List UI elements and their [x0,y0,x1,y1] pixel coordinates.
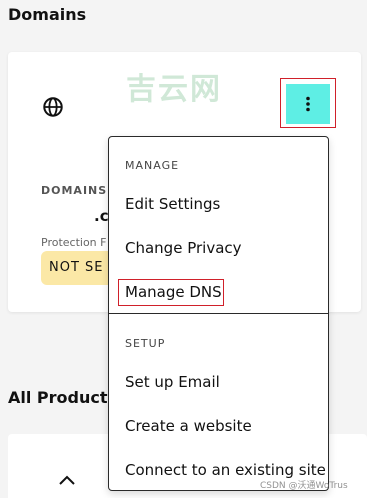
page: Domains 吉云网 DOMAINS .c Protection F NOT … [0,0,367,498]
menu-heading-manage: MANAGE [125,159,180,172]
chevron-up-icon[interactable] [58,474,76,486]
watermark: 吉云网 [126,72,222,107]
more-options-button[interactable] [286,84,330,124]
image-credit: CSDN @沃通WoTrus [260,481,348,491]
menu-item-manage-dns[interactable]: Manage DNS [125,283,222,301]
domain-name: .c [94,207,109,225]
domains-title: Domains [8,5,87,24]
kebab-menu-icon [306,96,310,112]
menu-item-set-up-email[interactable]: Set up Email [125,373,220,391]
domains-label: DOMAINS [41,184,108,197]
menu-item-create-website[interactable]: Create a website [125,417,252,435]
menu-item-change-privacy[interactable]: Change Privacy [125,239,242,257]
all-products-title: All Products [8,388,118,407]
globe-icon [43,97,63,117]
menu-heading-setup: SETUP [125,337,166,350]
actions-dropdown-menu: MANAGE Edit Settings Change Privacy Mana… [108,136,329,491]
menu-divider [109,313,328,314]
protection-label: Protection F [41,236,107,249]
menu-item-connect-existing-site[interactable]: Connect to an existing site [125,461,326,479]
menu-item-edit-settings[interactable]: Edit Settings [125,195,220,213]
